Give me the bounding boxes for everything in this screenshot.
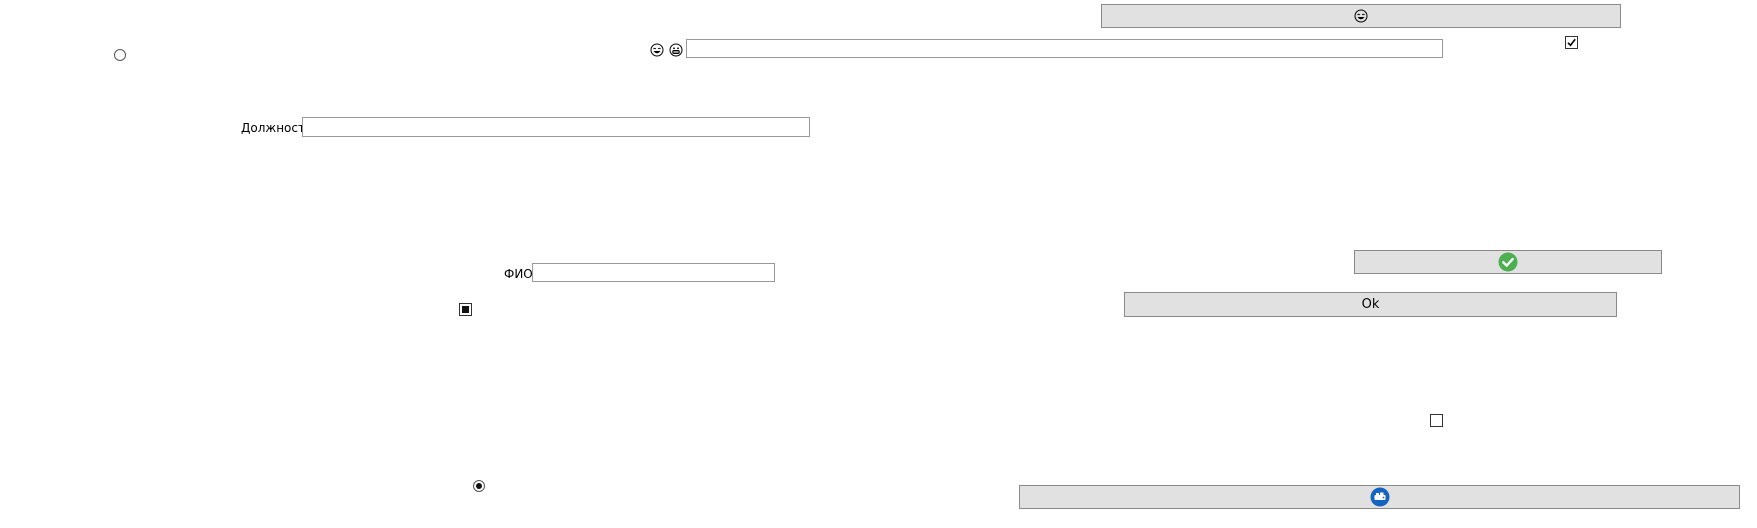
laughing-face-icon[interactable] [650, 43, 664, 57]
position-field[interactable] [302, 117, 810, 137]
blue-round-logo-icon [1370, 487, 1389, 507]
radio-option-2[interactable] [473, 480, 485, 492]
form-canvas: Должность ФИО Ok [0, 0, 1757, 528]
radio-dot [476, 483, 482, 489]
top-text-field[interactable] [686, 39, 1443, 58]
laughing-face-icon [1354, 9, 1368, 23]
ok-button[interactable]: Ok [1124, 292, 1617, 317]
checkbox-indeterminate[interactable] [459, 303, 472, 316]
radio-option-1[interactable] [114, 49, 126, 61]
grinning-face-icon[interactable] [669, 43, 683, 57]
confirm-button[interactable] [1354, 250, 1662, 274]
green-check-icon [1498, 252, 1518, 272]
fio-label: ФИО [504, 267, 533, 281]
checkbox-checked[interactable] [1565, 36, 1578, 49]
indeterminate-fill [462, 306, 469, 313]
logo-button[interactable] [1019, 485, 1740, 509]
emoji-button[interactable] [1101, 4, 1621, 28]
checkmark-icon [1567, 38, 1576, 47]
checkbox-unchecked[interactable] [1430, 414, 1443, 427]
fio-field[interactable] [532, 263, 775, 282]
ok-button-label: Ok [1361, 297, 1380, 312]
